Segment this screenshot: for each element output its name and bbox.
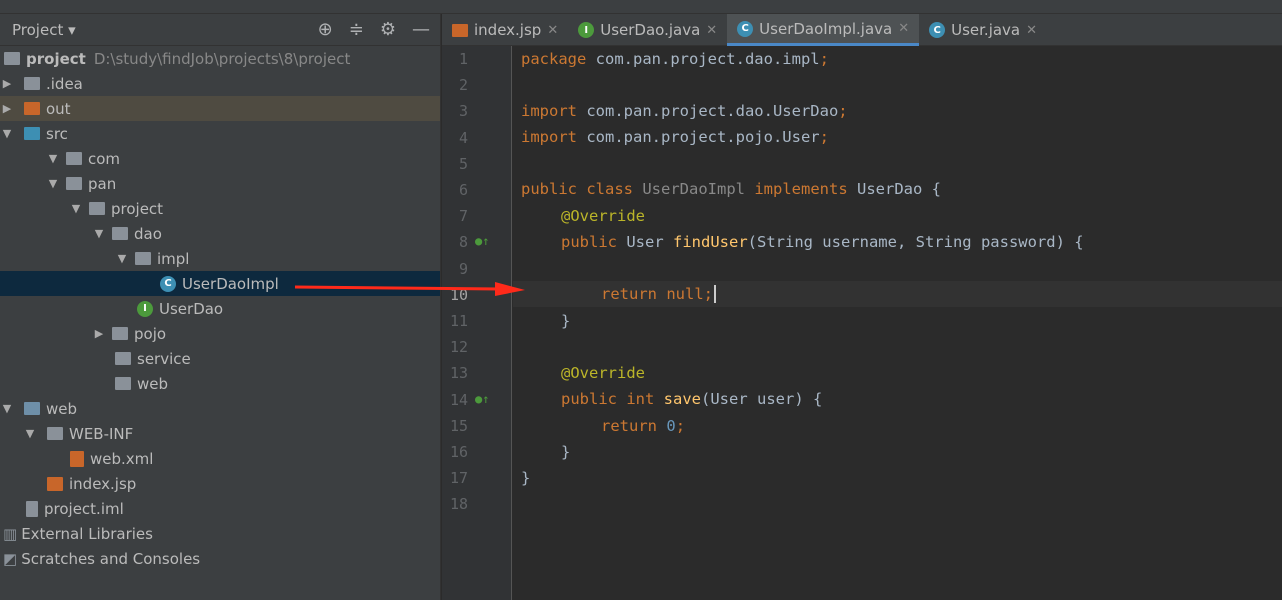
package-icon — [112, 327, 128, 340]
tree-item-impl[interactable]: ▼ impl — [0, 246, 440, 271]
tree-item-web-xml[interactable]: web.xml — [0, 446, 440, 471]
close-icon[interactable]: ✕ — [1026, 23, 1037, 38]
tree-item-project[interactable]: ▼ project — [0, 196, 440, 221]
web-folder-icon — [24, 402, 40, 415]
close-icon[interactable]: ✕ — [898, 21, 909, 36]
code-line-4: import com.pan.project.pojo.User; — [521, 128, 829, 146]
tree-item-scratches[interactable]: ◩ Scratches and Consoles — [0, 546, 440, 571]
source-folder-icon — [24, 127, 40, 140]
tree-root-project[interactable]: project D:\study\findJob\projects\8\proje… — [0, 46, 440, 71]
folder-icon — [24, 102, 40, 115]
line-number: 16 — [449, 443, 468, 461]
code-line-8: public User findUser(String username, St… — [561, 233, 1084, 251]
code-line-3: import com.pan.project.dao.UserDao; — [521, 102, 848, 120]
class-icon: C — [737, 20, 754, 37]
line-number: 9 — [458, 259, 468, 278]
close-icon[interactable]: ✕ — [547, 23, 558, 38]
project-panel-header: Project ▾ ⊕ ≑ ⚙ — — [0, 14, 440, 46]
package-icon — [135, 252, 151, 265]
code-line-10: return null; — [601, 285, 716, 303]
scratches-icon: ◩ — [3, 549, 18, 568]
class-icon: C — [929, 22, 946, 38]
code-line-6: public class UserDaoImpl implements User… — [521, 180, 941, 198]
libraries-icon: ▥ — [3, 524, 18, 543]
folder-icon — [47, 427, 63, 440]
line-number: 1 — [458, 50, 468, 68]
collapse-all-icon[interactable]: ≑ — [349, 19, 364, 40]
code-line-17: } — [521, 469, 531, 487]
implements-marker-icon[interactable]: ●↑ — [475, 234, 489, 248]
code-line-14: public int save(User user) { — [561, 390, 823, 408]
code-line-11: } — [561, 312, 571, 330]
project-panel: Project ▾ ⊕ ≑ ⚙ — project D:\study\findJo… — [0, 14, 441, 600]
code-line-1: package com.pan.project.dao.impl; — [521, 50, 829, 68]
tree-item-dao[interactable]: ▼ dao — [0, 221, 440, 246]
tree-item-src[interactable]: ▼ src — [0, 121, 440, 146]
breadcrumb-bar — [0, 0, 1282, 14]
package-icon — [115, 377, 131, 390]
code-editor[interactable]: 1 2 3 4 5 6 7 8 9 10 11 12 13 14 15 16 17 18 ●↑ ●↑ packag… — [442, 46, 1282, 600]
project-view-dropdown[interactable]: Project ▾ — [12, 21, 76, 39]
tree-item-index-jsp[interactable]: index.jsp — [0, 471, 440, 496]
line-number: 13 — [449, 364, 468, 383]
package-icon — [115, 352, 131, 365]
line-number: 5 — [458, 154, 468, 173]
editor-tabs: index.jsp ✕ I UserDao.java ✕ C UserDaoImpl.j… — [442, 14, 1282, 46]
line-number: 14 — [449, 390, 468, 409]
tree-item-web-pkg[interactable]: web — [0, 371, 440, 396]
interface-icon: I — [578, 22, 595, 38]
jsp-file-icon — [452, 23, 468, 37]
line-number: 12 — [449, 338, 468, 357]
tab-userdaoimpl-java[interactable]: C UserDaoImpl.java ✕ — [727, 14, 920, 46]
tree-item-pojo[interactable]: ▶ pojo — [0, 321, 440, 346]
xml-file-icon — [70, 450, 84, 467]
jsp-file-icon — [47, 476, 63, 491]
interface-icon: I — [137, 300, 153, 317]
line-number: 4 — [458, 128, 468, 147]
code-line-7: @Override — [561, 207, 645, 225]
tree-item-idea[interactable]: ▶ .idea — [0, 71, 440, 96]
tree-item-com[interactable]: ▼ com — [0, 146, 440, 171]
tree-item-pan[interactable]: ▼ pan — [0, 171, 440, 196]
line-number: 7 — [458, 207, 468, 226]
tab-userdao-java[interactable]: I UserDao.java ✕ — [568, 14, 727, 46]
gear-icon[interactable]: ⚙ — [380, 19, 396, 40]
line-number: 11 — [449, 312, 468, 330]
class-icon: C — [160, 275, 176, 292]
line-number: 6 — [458, 181, 468, 199]
module-icon — [4, 52, 20, 65]
implements-marker-icon[interactable]: ●↑ — [475, 392, 489, 406]
locate-icon[interactable]: ⊕ — [318, 19, 333, 40]
tree-item-web-inf[interactable]: ▼ WEB-INF — [0, 421, 440, 446]
code-line-16: } — [561, 443, 571, 461]
iml-file-icon — [26, 500, 38, 517]
package-icon — [66, 177, 82, 190]
code-line-15: return 0; — [601, 417, 686, 435]
tab-user-java[interactable]: C User.java ✕ — [919, 14, 1047, 46]
tree-item-service[interactable]: service — [0, 346, 440, 371]
tree-item-web[interactable]: ▼ web — [0, 396, 440, 421]
line-number: 8 — [458, 233, 468, 252]
line-number: 18 — [449, 495, 468, 514]
line-number: 3 — [458, 102, 468, 121]
code-line-13: @Override — [561, 364, 645, 382]
red-arrow-annotation — [295, 282, 525, 296]
line-number: 17 — [449, 469, 468, 488]
tree-item-external-libraries[interactable]: ▥ External Libraries — [0, 521, 440, 546]
hide-icon[interactable]: — — [412, 19, 430, 40]
folder-icon — [24, 77, 40, 90]
line-number: 2 — [458, 76, 468, 95]
tree-item-userdao[interactable]: I UserDao — [0, 296, 440, 321]
line-number: 15 — [449, 416, 468, 435]
tree-item-out[interactable]: ▶ out — [0, 96, 440, 121]
package-icon — [89, 202, 105, 215]
tree-item-project-iml[interactable]: project.iml — [0, 496, 440, 521]
tab-index-jsp[interactable]: index.jsp ✕ — [442, 14, 568, 46]
package-icon — [112, 227, 128, 240]
close-icon[interactable]: ✕ — [706, 23, 717, 38]
package-icon — [66, 152, 82, 165]
